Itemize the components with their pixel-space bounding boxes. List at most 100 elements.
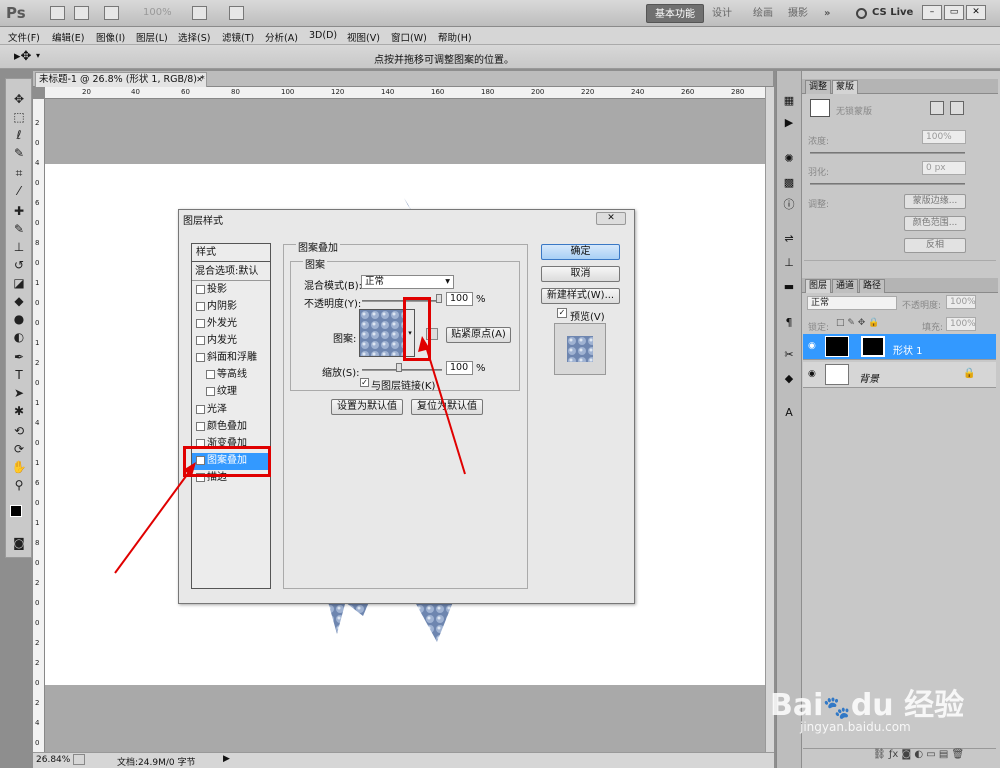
brush-tool-icon[interactable]: ✎ (10, 221, 28, 238)
opacity-input[interactable]: 100 (446, 292, 473, 306)
menu-image[interactable]: 图像(I) (96, 30, 125, 44)
blend-mode-select[interactable]: 正常 ▾ (361, 275, 454, 289)
mask-edge-button[interactable]: 蒙版边缘... (904, 194, 966, 209)
zoom-level-select[interactable]: 100% (143, 7, 172, 18)
feather-slider[interactable] (810, 183, 965, 185)
checkbox[interactable] (196, 284, 205, 294)
marquee-tool-icon[interactable]: ⬚ (10, 109, 28, 126)
view-extras-icon[interactable] (104, 6, 119, 20)
lasso-tool-icon[interactable]: ℓ (10, 127, 28, 144)
clone-source-icon[interactable]: ⊥ (781, 255, 797, 270)
minimize-button[interactable]: – (922, 5, 942, 20)
paragraph-icon[interactable]: ¶ (781, 315, 797, 330)
checkbox[interactable] (196, 335, 205, 345)
vertical-scrollbar[interactable] (765, 87, 774, 752)
scale-slider[interactable] (362, 369, 442, 371)
info-icon[interactable]: ⓘ (781, 197, 797, 212)
screen-mode-icon[interactable] (229, 6, 244, 20)
checkbox[interactable] (206, 369, 215, 379)
bridge-icon[interactable] (50, 6, 65, 20)
move-tool-preset-icon[interactable]: ▸✥ (14, 49, 31, 64)
eraser-tool-icon[interactable]: ◪ (10, 275, 28, 292)
ok-button[interactable]: 确定 (541, 244, 620, 260)
pen-tool-icon[interactable]: ✒ (10, 349, 28, 366)
path-selection-tool-icon[interactable]: ➤ (10, 385, 28, 402)
clone-stamp-tool-icon[interactable]: ⊥ (10, 239, 28, 256)
close-tab-icon[interactable]: ✕ (196, 73, 203, 87)
status-menu-arrow-icon[interactable]: ▶ (223, 754, 230, 764)
pixel-mask-button[interactable] (930, 101, 944, 115)
brush-panel-icon[interactable]: ✂ (781, 347, 797, 362)
history-brush-tool-icon[interactable]: ↺ (10, 257, 28, 274)
menu-help[interactable]: 帮助(H) (438, 30, 472, 44)
healing-brush-tool-icon[interactable]: ✚ (10, 203, 28, 220)
move-tool-icon[interactable]: ✥ (10, 91, 28, 108)
style-item-inner-glow[interactable]: 内发光 (192, 333, 270, 350)
checkbox[interactable] (196, 404, 205, 414)
quick-select-tool-icon[interactable]: ✎ (10, 145, 28, 162)
menu-analysis[interactable]: 分析(A) (265, 30, 298, 44)
layer-opacity-field[interactable]: 100% (946, 295, 976, 309)
3d-rotate-tool-icon[interactable]: ⟲ (10, 423, 28, 440)
menu-layer[interactable]: 图层(L) (136, 30, 168, 44)
tab-channels[interactable]: 通道 (832, 279, 859, 293)
styles-header[interactable]: 样式 (192, 245, 270, 262)
checkbox[interactable] (196, 318, 205, 328)
density-field[interactable]: 100% (922, 130, 966, 144)
zoom-tool-icon[interactable]: ⚲ (10, 477, 28, 494)
cancel-button[interactable]: 取消 (541, 266, 620, 282)
eyedropper-tool-icon[interactable]: ⁄ (10, 183, 28, 200)
brush-presets-icon[interactable]: ⇌ (781, 231, 797, 246)
type-tool-icon[interactable]: T (10, 367, 28, 384)
cs-live-button[interactable]: CS Live (872, 7, 913, 18)
dialog-close-button[interactable]: ✕ (596, 212, 626, 225)
quick-mask-icon[interactable]: ◙ (10, 535, 28, 552)
color-icon[interactable]: ✺ (781, 151, 797, 166)
more-workspaces-button[interactable]: » (816, 4, 838, 23)
status-icon[interactable] (73, 754, 85, 765)
arrange-documents-icon[interactable] (192, 6, 207, 20)
scale-input[interactable]: 100 (446, 361, 473, 375)
workspace-essentials[interactable]: 基本功能 (646, 4, 704, 23)
close-window-button[interactable]: ✕ (966, 5, 986, 20)
layer-blend-mode-select[interactable]: 正常 (807, 296, 897, 310)
workspace-photography[interactable]: 摄影 (780, 4, 816, 23)
scale-slider-thumb[interactable] (396, 363, 402, 372)
color-range-button[interactable]: 颜色范围... (904, 216, 966, 231)
hand-tool-icon[interactable]: ✋ (10, 459, 28, 476)
tab-masks[interactable]: 蒙版 (832, 80, 859, 94)
fill-field[interactable]: 100% (946, 317, 976, 331)
density-slider[interactable] (810, 152, 965, 154)
style-item-color-overlay[interactable]: 颜色叠加 (192, 419, 270, 436)
styles-icon[interactable]: ◆ (781, 371, 797, 386)
mini-bridge-icon[interactable] (74, 6, 89, 20)
style-item-bevel-emboss[interactable]: 斜面和浮雕 (192, 350, 270, 367)
chevron-down-icon[interactable]: ▾ (36, 51, 40, 60)
style-item-texture[interactable]: 纹理 (192, 384, 270, 401)
histogram-icon[interactable]: ▦ (781, 93, 797, 108)
workspace-painting[interactable]: 绘画 (745, 4, 781, 23)
menu-edit[interactable]: 编辑(E) (52, 30, 84, 44)
restore-button[interactable]: ▭ (944, 5, 964, 20)
menu-select[interactable]: 选择(S) (178, 30, 210, 44)
foreground-color-swatch[interactable] (10, 505, 22, 517)
paint-bucket-tool-icon[interactable]: ◆ (10, 293, 28, 310)
opacity-slider-thumb[interactable] (436, 294, 442, 303)
invert-button[interactable]: 反相 (904, 238, 966, 253)
style-item-inner-shadow[interactable]: 内阴影 (192, 299, 270, 316)
checkbox[interactable] (196, 352, 205, 362)
checkbox[interactable] (206, 386, 215, 396)
new-style-button[interactable]: 新建样式(W)... (541, 288, 620, 304)
character-icon[interactable]: A (781, 405, 797, 420)
set-default-button[interactable]: 设置为默认值 (331, 399, 403, 415)
shape-tool-icon[interactable]: ✱ (10, 403, 28, 420)
tab-layers[interactable]: 图层 (805, 279, 832, 293)
style-item-drop-shadow[interactable]: 投影 (192, 282, 270, 299)
layer-row-shape[interactable]: ◉ 形状 1 (803, 334, 996, 360)
checkbox[interactable] (196, 421, 205, 431)
menu-3d[interactable]: 3D(D) (309, 30, 337, 41)
actions-icon[interactable]: ▶ (781, 115, 797, 130)
preview-checkbox[interactable]: ✓ (557, 308, 567, 318)
blur-tool-icon[interactable]: ● (10, 311, 28, 328)
style-item-satin[interactable]: 光泽 (192, 402, 270, 419)
